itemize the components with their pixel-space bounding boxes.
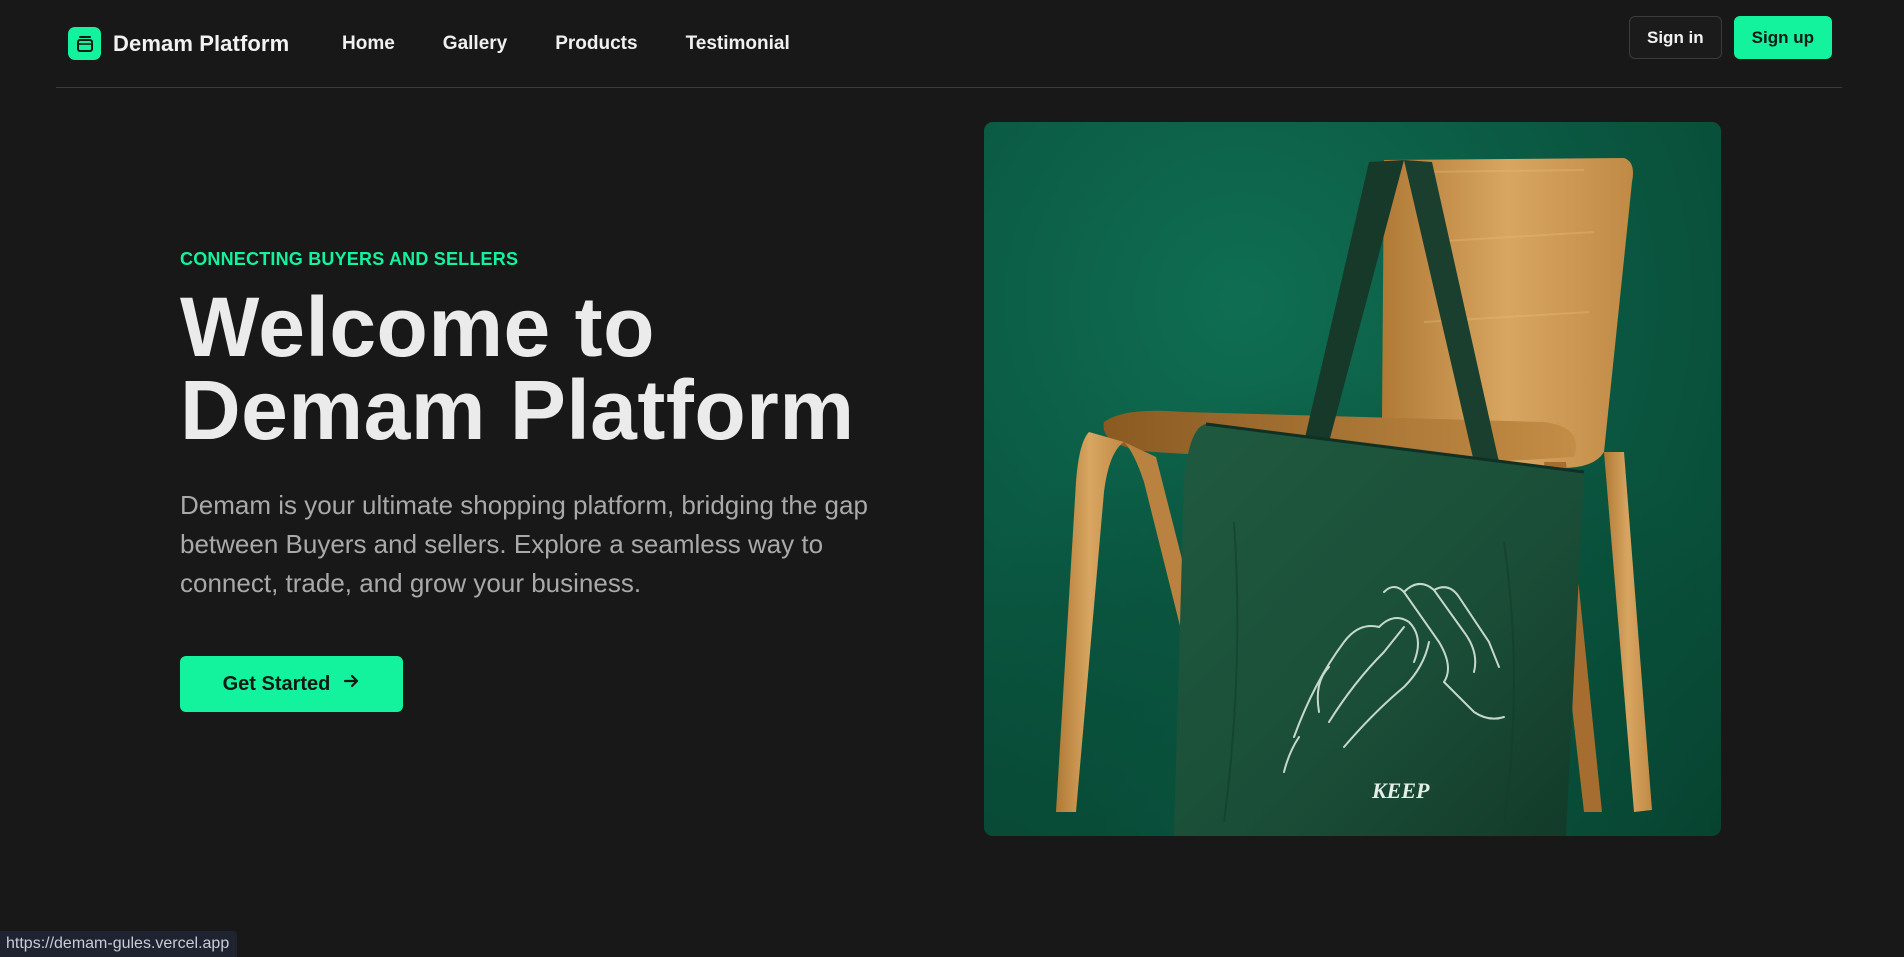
nav-home[interactable]: Home: [342, 30, 395, 58]
auth-actions: Sign in Sign up: [1629, 16, 1832, 59]
brand-home-link[interactable]: Demam Platform: [68, 27, 289, 60]
hero-product-image: KEEP: [984, 122, 1721, 836]
hero-description: Demam is your ultimate shopping platform…: [180, 490, 868, 598]
hero-eyebrow: CONNECTING BUYERS AND SELLERS: [180, 249, 519, 269]
main-nav: Home Gallery Products Testimonial: [342, 30, 838, 58]
site-header: Demam Platform Home Gallery Products Tes…: [56, 0, 1842, 88]
sign-up-button[interactable]: Sign up: [1733, 16, 1832, 59]
status-bar-url: https://demam-gules.vercel.app: [0, 931, 238, 957]
nav-testimonial[interactable]: Testimonial: [686, 30, 790, 58]
get-started-label: Get Started: [222, 672, 331, 695]
hero-title-line-2: Demam Platform: [180, 363, 855, 457]
tote-bag-chair-illustration: KEEP: [984, 122, 1721, 836]
nav-gallery[interactable]: Gallery: [443, 30, 507, 58]
hero-title-line-1: Welcome to: [180, 280, 655, 374]
hero-title: Welcome to Demam Platform: [180, 280, 920, 457]
get-started-button[interactable]: Get Started: [180, 656, 403, 712]
sign-in-button[interactable]: Sign in: [1629, 16, 1722, 59]
hero-section: CONNECTING BUYERS AND SELLERS Welcome to…: [180, 246, 920, 712]
nav-products[interactable]: Products: [555, 30, 637, 58]
arrow-right-icon: [342, 672, 360, 696]
box-icon: [68, 27, 101, 60]
brand-name: Demam Platform: [113, 30, 290, 56]
bag-print-text: KEEP: [1371, 778, 1430, 803]
